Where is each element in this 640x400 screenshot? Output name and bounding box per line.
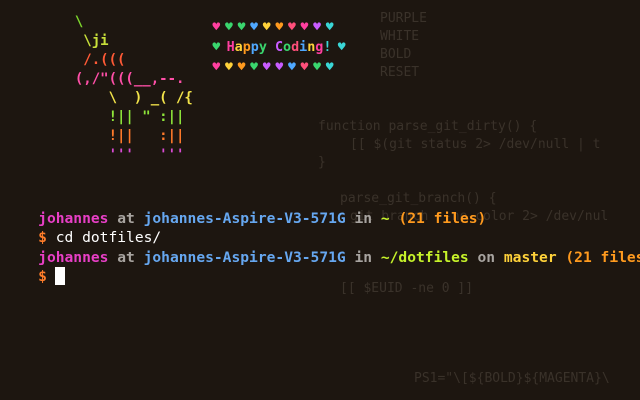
- prompt-in: in: [345, 210, 381, 227]
- prompt-file-count: (21 files): [389, 210, 487, 227]
- prompt-file-count: (21 files): [565, 249, 640, 266]
- prompt-path: ~/dotfiles: [380, 249, 469, 266]
- ascii-art-line: \: [58, 14, 84, 30]
- text-cursor[interactable]: [54, 267, 65, 285]
- heart-icon: ♥: [262, 20, 271, 35]
- heart-icon: ♥: [325, 60, 334, 75]
- prompt-in: in: [345, 249, 381, 266]
- heart-icon: ♥: [262, 60, 271, 75]
- wallpaper-ps1: PS1="\[${BOLD}${MAGENTA}\: [414, 371, 610, 386]
- prompt-path: ~: [380, 210, 390, 227]
- hearts-row-bottom: ♥ ♥ ♥ ♥ ♥ ♥ ♥ ♥ ♥ ♥: [210, 58, 336, 78]
- heart-icon: ♥: [325, 20, 334, 35]
- wallpaper-colors-3: RESET: [380, 65, 420, 80]
- command-input-line[interactable]: $: [3, 247, 65, 307]
- prompt-at: at: [108, 249, 144, 266]
- heart-icon: ♥: [300, 60, 309, 75]
- heart-icon: ♥: [313, 60, 321, 75]
- prompt-host: johannes-Aspire-V3-571G: [143, 249, 346, 266]
- heart-icon: ♥: [275, 60, 284, 75]
- heart-icon: ♥: [212, 60, 221, 75]
- heart-icon: ♥: [212, 40, 221, 55]
- heart-icon: ♥: [224, 20, 233, 35]
- ascii-art-line: ''' ''': [58, 147, 185, 163]
- happy-coding-banner: ♥ Happy Coding! ♥: [210, 38, 348, 58]
- happy-coding-message: Happy Coding!: [226, 40, 332, 55]
- prompt-host: johannes-Aspire-V3-571G: [143, 210, 346, 227]
- ascii-art-line: (,/"(((__,--.: [58, 71, 185, 87]
- hearts-row-top: ♥ ♥ ♥ ♥ ♥ ♥ ♥ ♥ ♥ ♥: [210, 18, 336, 38]
- ascii-art-line: !|| " :||: [58, 109, 185, 125]
- heart-icon: ♥: [275, 20, 284, 35]
- ascii-art-line: /.(((: [58, 52, 126, 68]
- heart-icon: ♥: [250, 20, 258, 35]
- heart-icon: ♥: [237, 60, 246, 75]
- heart-icon: ♥: [287, 20, 296, 35]
- wallpaper-colors-2: BOLD: [380, 47, 412, 62]
- prompt-line-2: johannes at johannes-Aspire-V3-571G in ~…: [3, 228, 640, 288]
- heart-icon: ♥: [237, 20, 246, 35]
- ascii-art-line: \ji: [58, 33, 109, 49]
- heart-icon: ♥: [212, 20, 221, 35]
- heart-icon: ♥: [287, 60, 296, 75]
- heart-icon: ♥: [337, 40, 346, 55]
- heart-icon: ♥: [300, 20, 309, 35]
- wallpaper-colors-0: PURPLE: [380, 11, 427, 26]
- heart-icon: ♥: [313, 20, 321, 35]
- wallpaper-fn1-body: [[ $(git status 2> /dev/null | t: [350, 137, 601, 152]
- terminal-window[interactable]: PURPLE WHITE BOLD RESET function parse_g…: [0, 0, 640, 400]
- prompt-dollar: $: [38, 268, 47, 285]
- prompt-on: on: [468, 249, 504, 266]
- heart-icon: ♥: [250, 60, 258, 75]
- wallpaper-fn1: function parse_git_dirty() {: [318, 119, 538, 134]
- wallpaper-fn1-end: }: [318, 155, 326, 170]
- git-branch: master: [503, 249, 557, 266]
- ascii-art-line: \ ) _( /{: [58, 90, 193, 106]
- heart-icon: ♥: [224, 60, 233, 75]
- ascii-art-line: !|| :||: [58, 128, 185, 144]
- wallpaper-colors-1: WHITE: [380, 29, 420, 44]
